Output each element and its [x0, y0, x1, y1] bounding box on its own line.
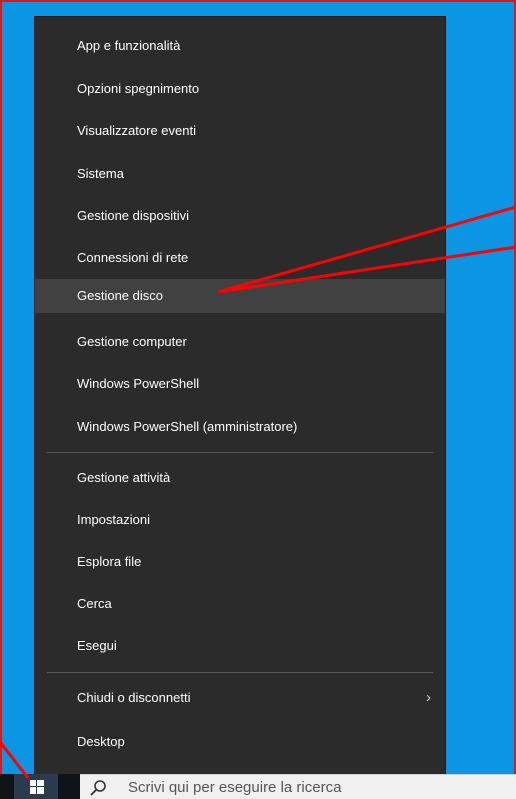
- menu-item-label: Gestione computer: [77, 334, 187, 349]
- windows-logo-icon: [30, 780, 44, 794]
- menu-separator: [47, 672, 433, 673]
- menu-item-windows-powershell-admin[interactable]: Windows PowerShell (amministratore): [35, 410, 445, 444]
- winx-context-menu: App e funzionalità Opzioni spegnimento V…: [34, 16, 446, 778]
- menu-item-label: Gestione disco: [77, 288, 163, 303]
- chevron-right-icon: ›: [426, 689, 431, 706]
- menu-item-gestione-attivita[interactable]: Gestione attività: [35, 461, 445, 495]
- menu-item-windows-powershell[interactable]: Windows PowerShell: [35, 367, 445, 401]
- menu-item-impostazioni[interactable]: Impostazioni: [35, 503, 445, 537]
- menu-item-chiudi-o-disconnetti[interactable]: Chiudi o disconnetti ›: [35, 681, 445, 715]
- menu-item-gestione-computer[interactable]: Gestione computer: [35, 325, 445, 359]
- menu-item-gestione-disco[interactable]: Gestione disco: [35, 279, 445, 313]
- menu-item-label: Esegui: [77, 638, 117, 653]
- menu-item-label: Chiudi o disconnetti: [77, 690, 191, 705]
- menu-item-label: Visualizzatore eventi: [77, 123, 196, 138]
- menu-item-label: Esplora file: [77, 554, 142, 569]
- menu-item-label: Windows PowerShell (amministratore): [77, 419, 298, 434]
- menu-item-connessioni-di-rete[interactable]: Connessioni di rete: [35, 241, 445, 275]
- menu-item-label: Windows PowerShell: [77, 376, 200, 391]
- menu-item-label: Connessioni di rete: [77, 250, 189, 265]
- menu-item-opzioni-spegnimento[interactable]: Opzioni spegnimento: [35, 72, 445, 106]
- start-button[interactable]: [14, 774, 58, 799]
- menu-item-label: Cerca: [77, 596, 112, 611]
- menu-item-cerca[interactable]: Cerca: [35, 587, 445, 621]
- menu-item-app-e-funzionalita[interactable]: App e funzionalità: [35, 29, 445, 63]
- menu-item-label: App e funzionalità: [77, 38, 181, 53]
- search-placeholder: Scrivi qui per eseguire la ricerca: [128, 779, 342, 796]
- menu-item-desktop[interactable]: Desktop: [35, 725, 445, 759]
- menu-item-label: Impostazioni: [77, 512, 150, 527]
- search-icon: [90, 780, 106, 796]
- menu-item-label: Opzioni spegnimento: [77, 81, 200, 96]
- menu-separator: [47, 452, 433, 453]
- search-box[interactable]: Scrivi qui per eseguire la ricerca: [80, 774, 516, 799]
- menu-item-label: Sistema: [77, 166, 124, 181]
- menu-item-esplora-file[interactable]: Esplora file: [35, 545, 445, 579]
- menu-item-label: Gestione dispositivi: [77, 208, 189, 223]
- menu-item-label: Desktop: [77, 734, 125, 749]
- menu-item-visualizzatore-eventi[interactable]: Visualizzatore eventi: [35, 114, 445, 148]
- menu-item-esegui[interactable]: Esegui: [35, 629, 445, 663]
- menu-item-sistema[interactable]: Sistema: [35, 157, 445, 191]
- menu-item-gestione-dispositivi[interactable]: Gestione dispositivi: [35, 199, 445, 233]
- menu-item-label: Gestione attività: [77, 470, 171, 485]
